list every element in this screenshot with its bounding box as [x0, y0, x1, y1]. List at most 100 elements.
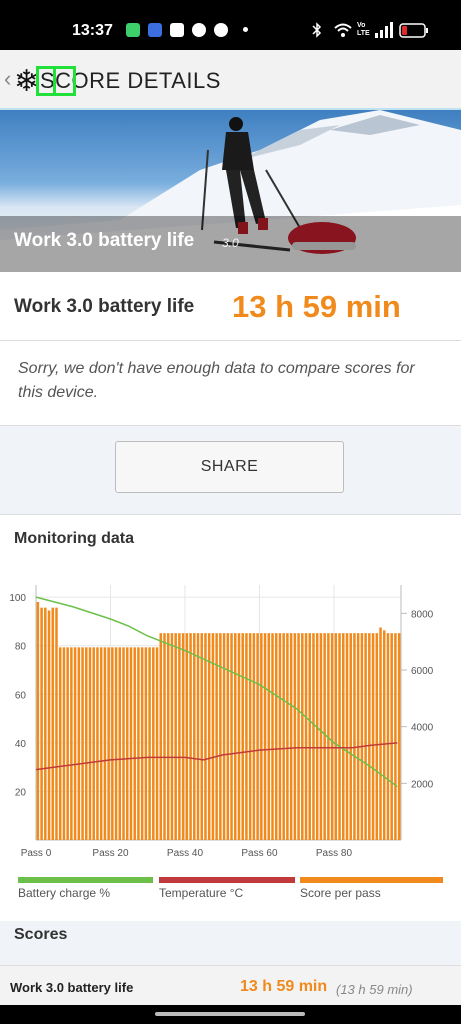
messenger-icon [192, 23, 206, 37]
score-bar [237, 633, 241, 840]
score-bar [222, 633, 226, 840]
score-bar [118, 647, 122, 840]
score-bar [233, 633, 237, 840]
score-bar [81, 647, 84, 840]
score-bar [319, 633, 323, 840]
y-left-tick-label: 20 [15, 787, 27, 798]
score-bar [219, 633, 222, 840]
score-bar [226, 633, 230, 840]
score-bar [193, 633, 196, 840]
score-bar [345, 633, 349, 840]
score-bar [360, 633, 364, 840]
score-bar [386, 633, 390, 840]
status-bar: 13:37 Vo LTE [0, 0, 461, 50]
legend-temperature-swatch [159, 877, 295, 883]
y-right-tick-label: 8000 [411, 609, 434, 620]
score-bar [170, 633, 174, 840]
score-row-subvalue: (13 h 59 min) [336, 982, 413, 997]
share-button[interactable]: SHARE [115, 441, 344, 493]
more-notifications-dot-icon [243, 27, 248, 32]
score-bar [289, 633, 293, 840]
battery-low-icon [399, 23, 428, 38]
score-bar [330, 633, 334, 840]
score-bar [129, 647, 133, 840]
score-bar [103, 647, 107, 840]
score-bar [92, 647, 95, 840]
score-bar [163, 633, 166, 840]
score-bar [286, 633, 289, 840]
score-bar [114, 647, 118, 840]
green-selection-overlay-icon [36, 66, 76, 96]
score-bar [397, 633, 401, 840]
x-tick-label: Pass 40 [167, 848, 204, 859]
score-bar [152, 647, 155, 840]
score-bar [185, 633, 189, 840]
score-bar [40, 607, 43, 840]
score-bar [99, 647, 103, 840]
score-bar [133, 647, 136, 840]
score-bar [55, 607, 58, 840]
score-bar [248, 633, 252, 840]
score-bar [245, 633, 248, 840]
monitoring-chart: 100 80 60 40 20 8000 6000 4000 2000 Pass 0 Pass 20… [0, 563, 461, 921]
back-button[interactable]: ‹ [4, 66, 11, 92]
comparison-notice: Sorry, we don't have enough data to comp… [0, 341, 461, 426]
score-bar [36, 602, 40, 840]
score-bar [196, 633, 200, 840]
app-notification-icon [126, 23, 140, 37]
score-bar [263, 633, 267, 840]
score-bar [107, 647, 110, 840]
legend-score-per-pass: Score per pass [300, 877, 443, 900]
score-row-value: 13 h 59 min [240, 978, 328, 995]
score-bar [148, 647, 151, 840]
score-bar [47, 610, 51, 840]
score-bar [368, 633, 371, 840]
score-bar [204, 633, 207, 840]
score-bar [379, 627, 382, 840]
x-tick-label: Pass 60 [241, 848, 278, 859]
score-row[interactable]: Work 3.0 battery life 13 h 59 min (13 h … [0, 965, 461, 1006]
score-bar [200, 633, 204, 840]
score-bar [241, 633, 244, 840]
volte-icon: Vo LTE [357, 22, 370, 37]
score-bar [144, 647, 148, 840]
score-bar [70, 647, 73, 840]
y-right-tick-label: 4000 [411, 723, 434, 734]
legend-battery-charge: Battery charge % [18, 877, 153, 900]
y-left-tick-label: 40 [15, 739, 27, 750]
score-bar [282, 633, 285, 840]
legend-score-label: Score per pass [300, 886, 381, 900]
score-bar [125, 647, 129, 840]
y-right-tick-label: 6000 [411, 666, 434, 677]
monitoring-header: Monitoring data [0, 514, 461, 564]
legend-temperature-label: Temperature °C [159, 886, 244, 900]
score-bar [256, 633, 259, 840]
status-time: 13:37 [72, 22, 113, 39]
score-bar [382, 630, 386, 840]
hero-title: Work 3.0 battery life [14, 230, 195, 251]
score-bar [278, 633, 282, 840]
score-bar [342, 633, 345, 840]
score-bar [271, 633, 274, 840]
legend-battery-label: Battery charge % [18, 886, 111, 900]
score-bar [375, 633, 379, 840]
score-bar [356, 633, 360, 840]
score-bar [394, 633, 397, 840]
youtube-icon [170, 23, 184, 37]
home-gesture-handle[interactable] [155, 1012, 305, 1016]
signal-icon [375, 22, 393, 38]
score-bar [178, 633, 181, 840]
score-bar [155, 647, 159, 840]
score-bar [96, 647, 99, 840]
score-value: 13 h 59 min [232, 289, 401, 324]
score-bar [230, 633, 233, 840]
score-bar [323, 633, 326, 840]
score-bar [308, 633, 312, 840]
score-bar [111, 647, 114, 840]
score-bar [274, 633, 278, 840]
score-bar [293, 633, 297, 840]
score-bar [73, 647, 77, 840]
monitoring-title: Monitoring data [14, 530, 134, 547]
score-bar [174, 633, 177, 840]
score-card: Work 3.0 battery life 13 h 59 min [0, 272, 461, 341]
